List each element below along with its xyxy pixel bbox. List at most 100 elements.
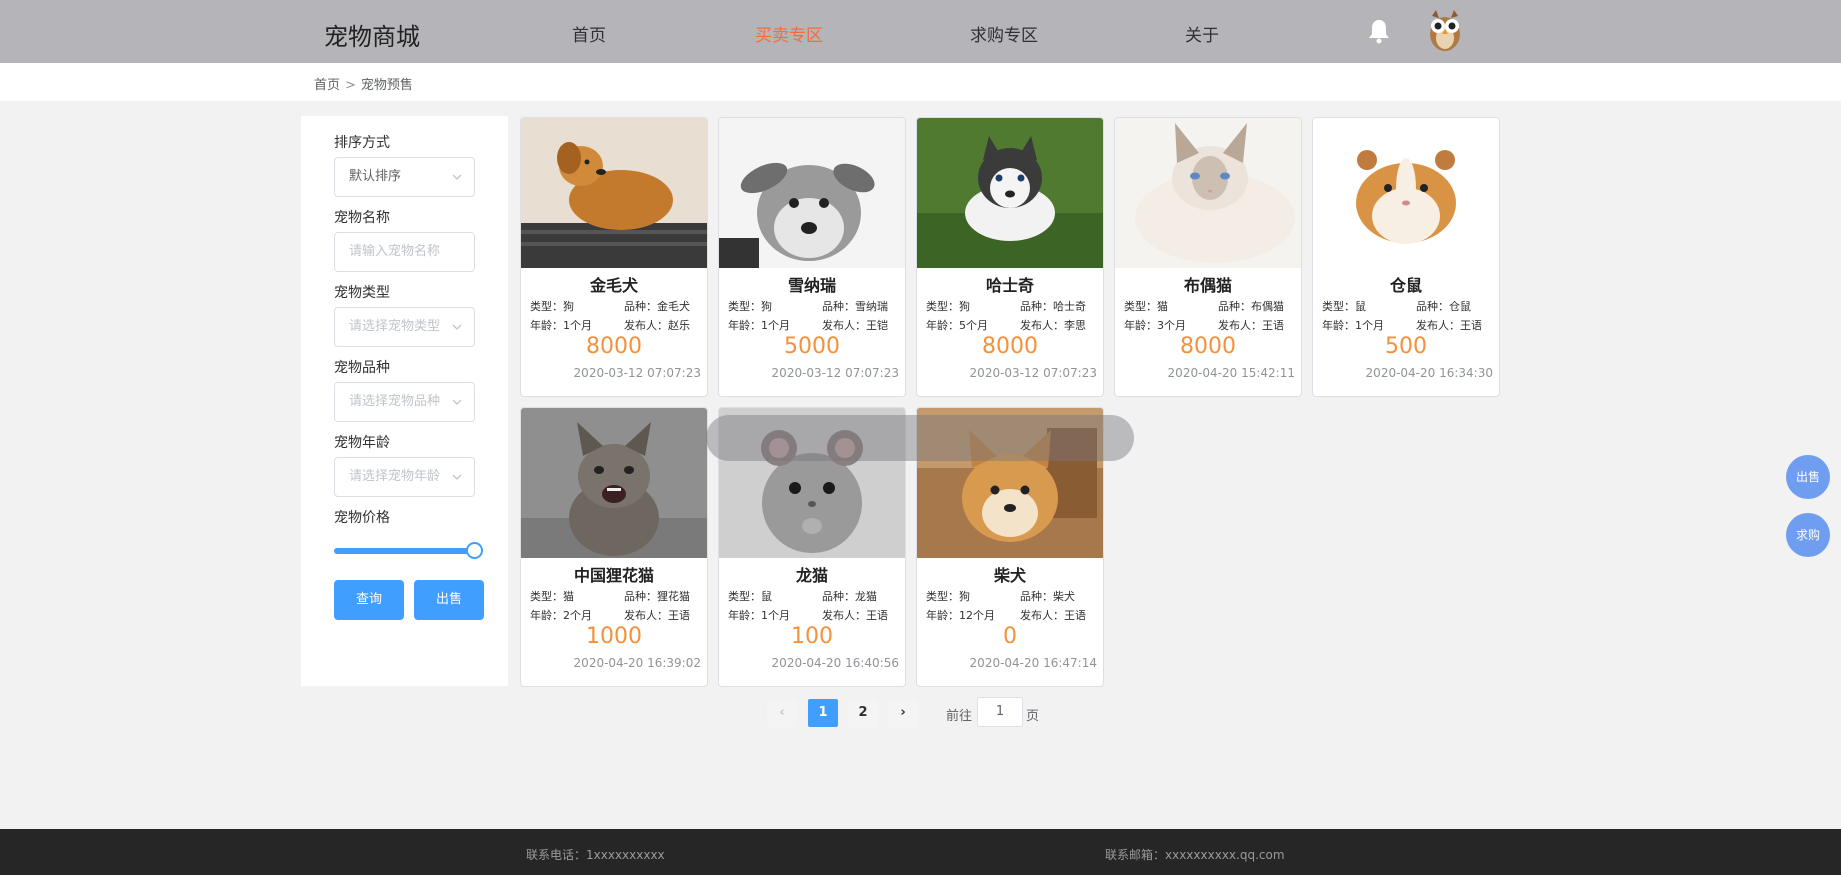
breadcrumb-separator: >	[345, 78, 356, 93]
breadcrumb: 首页 > 宠物预售	[314, 74, 413, 93]
product-name: 龙猫	[795, 566, 828, 585]
product-time: 2020-04-20 16:39:02	[573, 656, 701, 670]
product-name: 仓鼠	[1389, 276, 1422, 295]
product-time: 2020-04-20 16:34:30	[1365, 366, 1493, 380]
product-publisher: 发布人：王语	[1218, 319, 1284, 332]
chevron-down-icon	[452, 174, 462, 180]
query-button[interactable]: 查询	[334, 580, 404, 620]
product-publisher: 发布人：王铠	[822, 319, 888, 332]
sort-select-value: 默认排序	[349, 169, 402, 184]
goto-suffix: 页	[1026, 709, 1040, 724]
pet-name-placeholder: 请输入宠物名称	[349, 244, 441, 259]
product-name: 布偶猫	[1183, 276, 1232, 295]
site-logo[interactable]: 宠物商城	[324, 17, 420, 52]
product-age: 年龄：12个月	[926, 609, 995, 622]
product-time: 2020-04-20 16:47:14	[969, 656, 1097, 670]
chevron-down-icon	[452, 399, 462, 405]
pet-breed-placeholder: 请选择宠物品种	[349, 394, 441, 409]
float-buy-button[interactable]: 求购	[1786, 513, 1830, 557]
pet-name-input[interactable]: 请输入宠物名称	[334, 232, 475, 272]
product-card[interactable]: 布偶猫 类型：猫 品种：布偶猫 年龄：3个月 发布人：王语 8000 2020-04-20 …	[1114, 117, 1302, 397]
pet-breed-select[interactable]: 请选择宠物品种	[334, 382, 475, 422]
bell-icon[interactable]	[1367, 18, 1391, 44]
product-price: 500	[1385, 334, 1427, 359]
nav-trade-zone[interactable]: 买卖专区	[755, 21, 823, 46]
product-card[interactable]: 金毛犬 类型：狗 品种：金毛犬 年龄：1个月 发布人：赵乐 8000 2020-03-12 …	[520, 117, 708, 397]
product-price: 100	[791, 624, 833, 649]
product-age: 年龄：1个月	[530, 319, 592, 332]
product-price: 1000	[586, 624, 642, 649]
product-breed: 品种：布偶猫	[1218, 300, 1284, 313]
price-slider[interactable]	[334, 548, 475, 554]
schnauzer-photo[interactable]	[719, 118, 905, 268]
page-1-button[interactable]: 1	[808, 699, 838, 727]
goto-page-input[interactable]: 1	[977, 697, 1023, 727]
product-time: 2020-04-20 15:42:11	[1167, 366, 1295, 380]
breadcrumb-home[interactable]: 首页	[314, 78, 340, 93]
nav-home[interactable]: 首页	[572, 21, 606, 46]
product-age: 年龄：5个月	[926, 319, 988, 332]
sort-select[interactable]: 默认排序	[334, 157, 475, 197]
top-nav-bar: 宠物商城 首页 买卖专区 求购专区 关于	[0, 0, 1841, 63]
pet-type-select[interactable]: 请选择宠物类型	[334, 307, 475, 347]
product-breed: 品种：哈士奇	[1020, 300, 1086, 313]
product-name: 哈士奇	[985, 276, 1034, 295]
product-price: 8000	[982, 334, 1038, 359]
product-type: 类型：鼠	[1322, 300, 1366, 313]
product-name: 金毛犬	[589, 276, 638, 295]
user-avatar[interactable]	[1424, 8, 1466, 52]
sell-button[interactable]: 出售	[414, 580, 484, 620]
float-sell-button[interactable]: 出售	[1786, 455, 1830, 499]
pet-age-select[interactable]: 请选择宠物年龄	[334, 457, 475, 497]
product-price: 5000	[784, 334, 840, 359]
footer-phone: 联系电话：1xxxxxxxxxx	[526, 848, 665, 862]
type-label: 宠物类型	[334, 285, 390, 301]
product-card[interactable]: 仓鼠 类型：鼠 品种：仓鼠 年龄：1个月 发布人：王语 500 2020-04-20 16:…	[1312, 117, 1500, 397]
footer: 联系电话：1xxxxxxxxxx 联系邮箱：xxxxxxxxxx.qq.com	[0, 829, 1841, 875]
product-card[interactable]: 雪纳瑞类型：狗 品种：雪纳瑞年龄：1个月 发布人：王铠 5000 2020-03-12 …	[718, 117, 906, 397]
price-slider-handle[interactable]	[466, 542, 483, 559]
pet-type-placeholder: 请选择宠物类型	[349, 319, 441, 334]
product-breed: 品种：狸花猫	[624, 590, 690, 603]
filter-panel: 排序方式 默认排序 宠物名称 请输入宠物名称 宠物类型 请选择宠物类型 宠物品种…	[301, 116, 508, 686]
product-breed: 品种：仓鼠	[1416, 300, 1471, 313]
product-breed: 品种：金毛犬	[624, 300, 690, 313]
chevron-left-icon[interactable]: ‹	[767, 699, 797, 727]
product-card[interactable]: 哈士奇 类型：狗 品种：哈士奇 年龄：5个月 发布人：李思 8000 2020-03-12 …	[916, 117, 1104, 397]
product-card[interactable]: 中国狸花猫 类型：猫 品种：狸花猫 年龄：2个月 发布人：王语 1000 2020-04-2…	[520, 407, 708, 687]
chevron-down-icon	[452, 324, 462, 330]
product-time: 2020-03-12 07:07:23	[771, 366, 899, 380]
product-time: 2020-03-12 07:07:23	[573, 366, 701, 380]
chevron-right-icon[interactable]: ›	[888, 699, 918, 727]
golden-retriever-photo[interactable]	[521, 118, 707, 268]
product-time: 2020-04-20 16:40:56	[771, 656, 899, 670]
hamster-photo[interactable]	[1313, 118, 1499, 268]
product-name: 雪纳瑞	[787, 276, 836, 295]
product-breed: 品种：龙猫	[822, 590, 877, 603]
product-publisher: 发布人：王语	[624, 609, 690, 622]
breed-label: 宠物品种	[334, 360, 390, 376]
product-price: 8000	[586, 334, 642, 359]
product-price: 0	[1003, 624, 1017, 649]
product-breed: 品种：雪纳瑞	[822, 300, 888, 313]
ragdoll-cat-photo[interactable]	[1115, 118, 1301, 268]
chevron-down-icon	[452, 474, 462, 480]
product-type: 类型：鼠	[728, 590, 772, 603]
product-type: 类型：狗	[926, 300, 970, 313]
page-2-button[interactable]: 2	[848, 699, 878, 727]
product-time: 2020-03-12 07:07:23	[969, 366, 1097, 380]
breadcrumb-bar: 首页 > 宠物预售	[0, 63, 1841, 101]
nav-wanted-zone[interactable]: 求购专区	[970, 21, 1038, 46]
product-age: 年龄：2个月	[530, 609, 592, 622]
age-label: 宠物年龄	[334, 435, 390, 451]
product-age: 年龄：1个月	[728, 319, 790, 332]
product-publisher: 发布人：王语	[1020, 609, 1086, 622]
husky-photo[interactable]	[917, 118, 1103, 268]
product-type: 类型：狗	[728, 300, 772, 313]
product-age: 年龄：3个月	[1124, 319, 1186, 332]
tabby-kitten-photo[interactable]	[521, 408, 707, 558]
nav-about[interactable]: 关于	[1185, 21, 1219, 46]
product-type: 类型：狗	[926, 590, 970, 603]
goto-prefix: 前往	[946, 709, 973, 724]
product-name: 中国狸花猫	[573, 566, 654, 585]
